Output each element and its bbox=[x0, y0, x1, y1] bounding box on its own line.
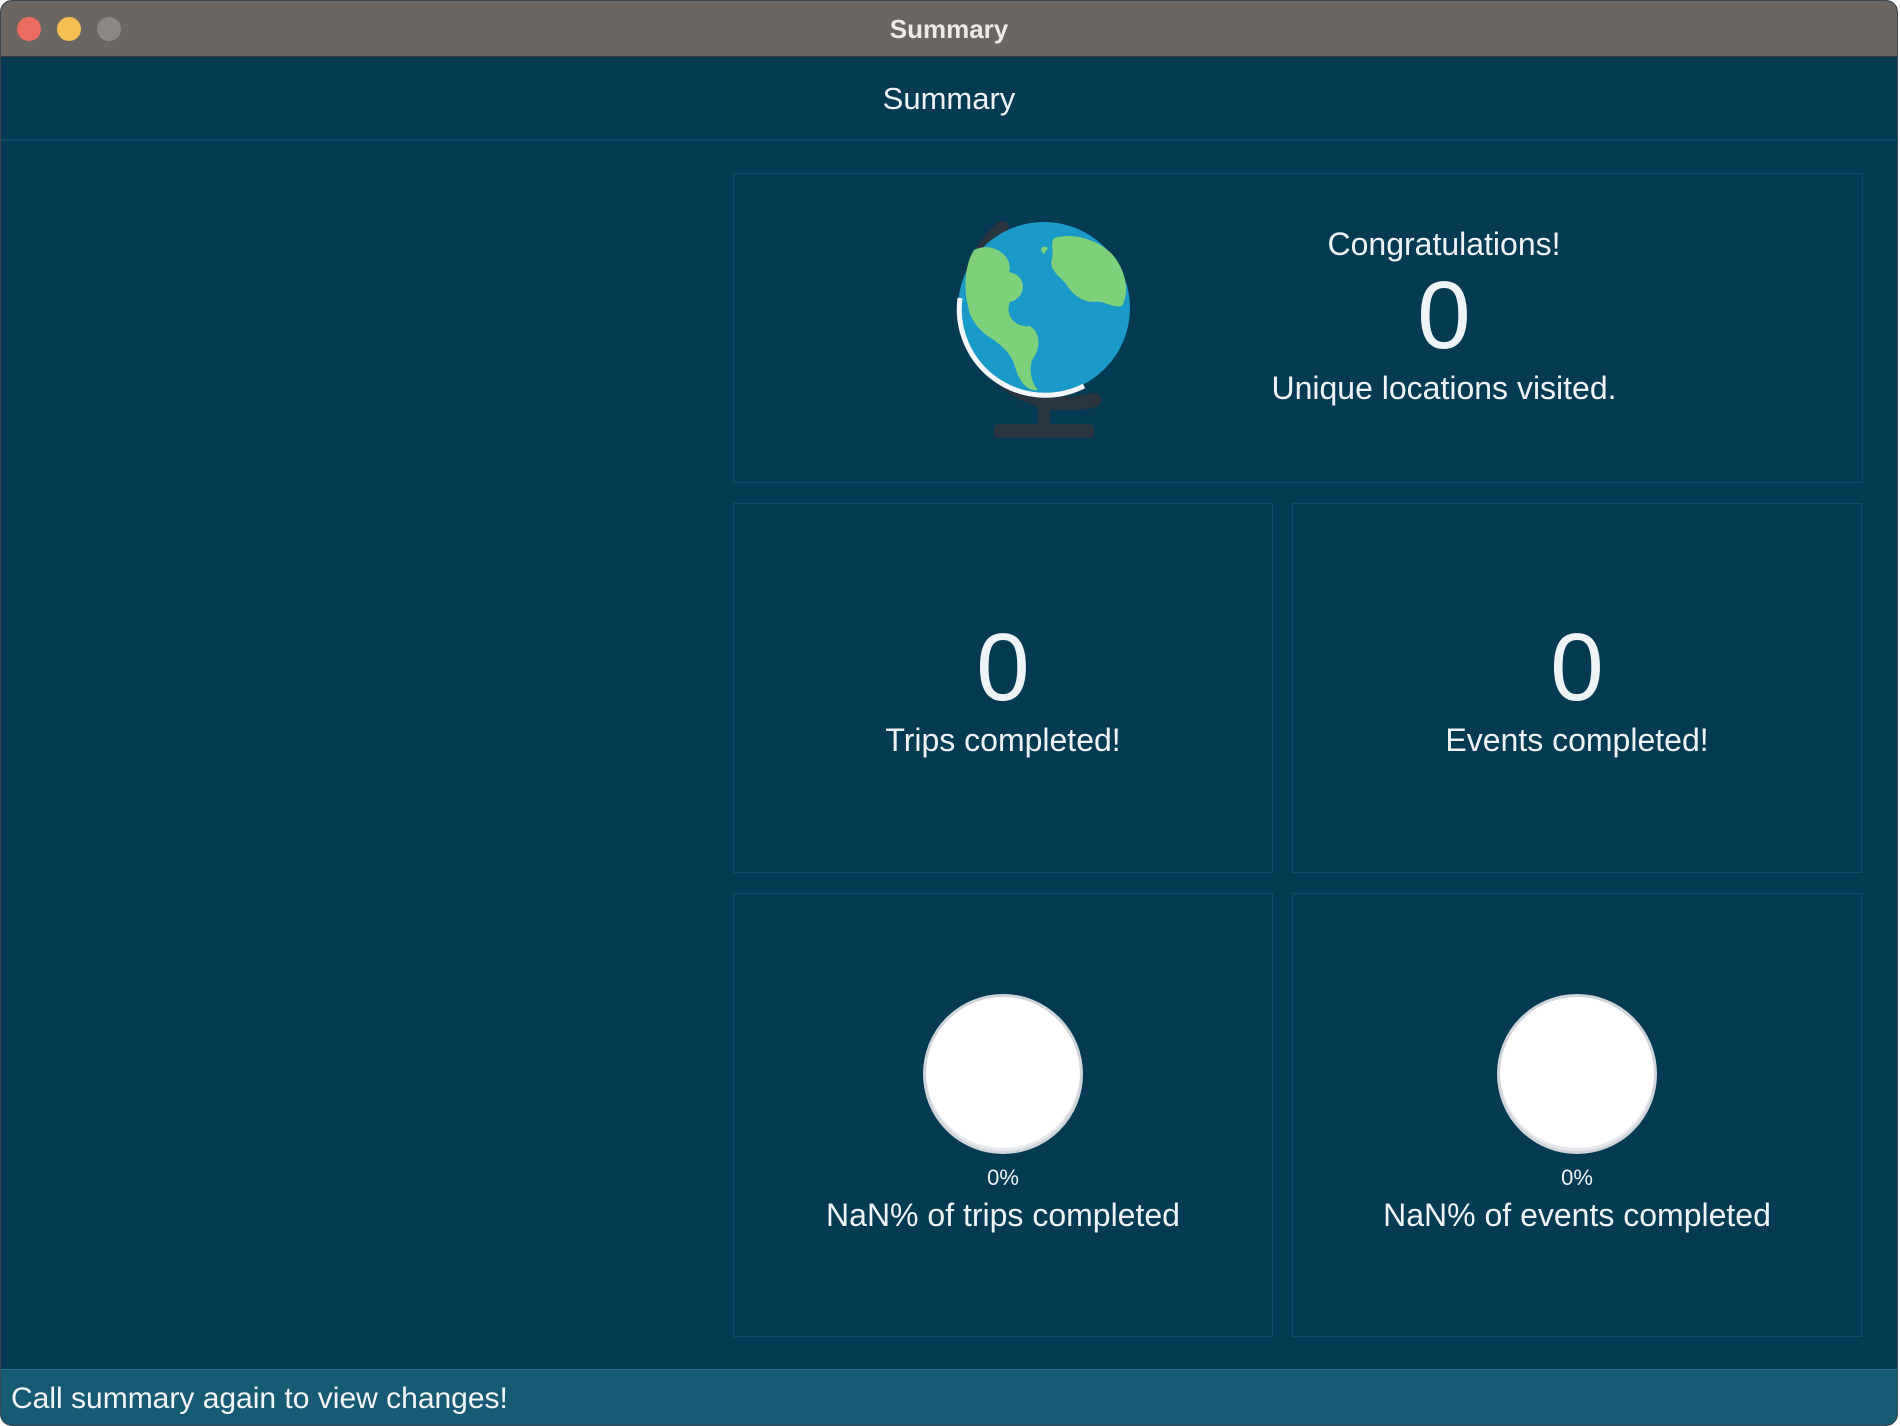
events-progress-caption: NaN% of events completed bbox=[1383, 1197, 1771, 1233]
globe-icon bbox=[956, 221, 1130, 438]
trips-completed-caption: Trips completed! bbox=[885, 722, 1121, 758]
trips-progress-card: 0% NaN% of trips completed bbox=[733, 893, 1273, 1337]
locations-card: Congratulations! 0 Unique locations visi… bbox=[733, 173, 1863, 483]
status-message: Call summary again to view changes! bbox=[11, 1382, 508, 1415]
unique-locations-caption: Unique locations visited. bbox=[1271, 370, 1617, 406]
events-progress-card: 0% NaN% of events completed bbox=[1292, 893, 1862, 1337]
congratulations-heading: Congratulations! bbox=[1327, 226, 1561, 262]
events-progress-pie-label: 0% bbox=[1561, 1165, 1593, 1190]
trips-completed-count: 0 bbox=[976, 614, 1030, 721]
summary-window: Summary Summary Congratulations! 0 Uniqu… bbox=[0, 0, 1898, 1426]
page-header: Summary bbox=[1, 57, 1897, 141]
trips-progress-pie bbox=[923, 994, 1083, 1154]
events-completed-count: 0 bbox=[1550, 614, 1604, 721]
locations-summary: Congratulations! 0 Unique locations visi… bbox=[1214, 224, 1674, 408]
page-title: Summary bbox=[882, 81, 1016, 116]
trips-progress-pie-label: 0% bbox=[987, 1165, 1019, 1190]
unique-locations-count: 0 bbox=[1417, 262, 1471, 369]
trips-card: 0 Trips completed! bbox=[733, 503, 1273, 873]
status-bar: Call summary again to view changes! bbox=[1, 1369, 1897, 1425]
events-card: 0 Events completed! bbox=[1292, 503, 1862, 873]
window-title: Summary bbox=[889, 14, 1009, 44]
events-completed-caption: Events completed! bbox=[1445, 722, 1709, 758]
trips-progress-caption: NaN% of trips completed bbox=[826, 1197, 1180, 1233]
events-progress-pie bbox=[1497, 994, 1657, 1154]
title-bar: Summary bbox=[1, 1, 1897, 57]
